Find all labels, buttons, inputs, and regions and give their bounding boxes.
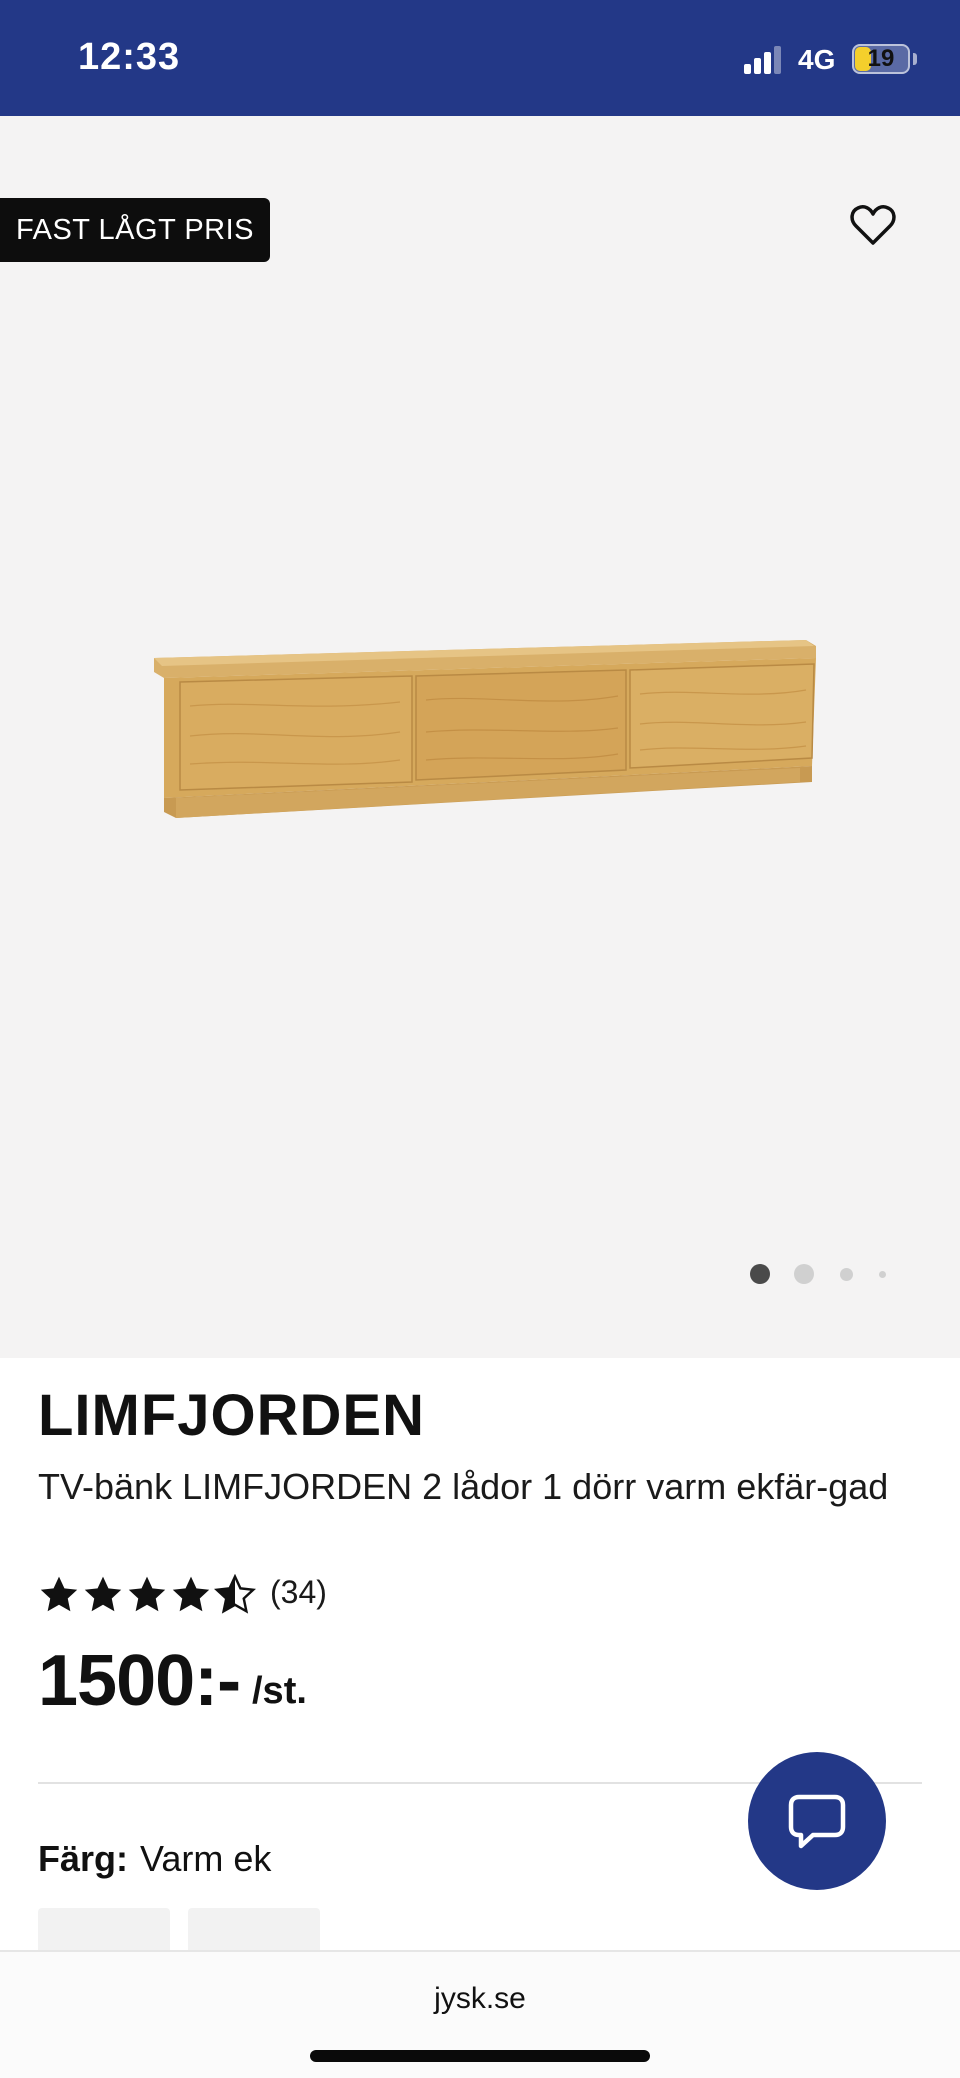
heart-icon[interactable]	[848, 200, 898, 250]
browser-address-bar[interactable]: jysk.se	[0, 1950, 960, 2078]
chat-bubble-icon	[788, 1794, 846, 1849]
battery-tip	[913, 53, 917, 65]
status-bar: 12:33 4G 19	[0, 0, 960, 116]
star-full-icon	[172, 1576, 210, 1612]
carousel-indicator[interactable]	[0, 1264, 960, 1284]
product-description: TV-bänk LIMFJORDEN 2 lådor 1 dörr varm e…	[38, 1466, 889, 1507]
carousel-dot-active[interactable]	[750, 1264, 770, 1284]
star-full-icon	[128, 1576, 166, 1612]
product-image-gallery[interactable]: FAST LÅGT PRIS	[0, 116, 960, 1358]
battery-level: 19	[867, 45, 895, 72]
product-brand: LIMFJORDEN	[38, 1383, 425, 1448]
carousel-dot[interactable]	[879, 1271, 886, 1278]
color-value: Varm ek	[140, 1838, 272, 1879]
star-half-icon	[214, 1574, 256, 1614]
home-indicator[interactable]	[310, 2050, 650, 2062]
carousel-dot[interactable]	[840, 1268, 853, 1281]
carousel-dot[interactable]	[794, 1264, 814, 1284]
price-unit: /st.	[252, 1670, 307, 1712]
color-selector-label: Färg: Varm ek	[38, 1838, 271, 1880]
url-text[interactable]: jysk.se	[0, 1982, 960, 2016]
product-photo	[154, 640, 816, 818]
status-time: 12:33	[78, 36, 181, 78]
price-badge: FAST LÅGT PRIS	[0, 198, 271, 262]
battery-icon: 19	[852, 44, 910, 74]
network-type: 4G	[798, 44, 836, 75]
product-price: 1500:-	[38, 1641, 241, 1721]
signal-strength-icon	[744, 46, 786, 74]
chat-button[interactable]	[748, 1752, 886, 1890]
rating-count[interactable]: (34)	[270, 1574, 327, 1611]
color-label: Färg:	[38, 1838, 128, 1879]
star-full-icon	[40, 1576, 78, 1612]
star-full-icon	[84, 1576, 122, 1612]
